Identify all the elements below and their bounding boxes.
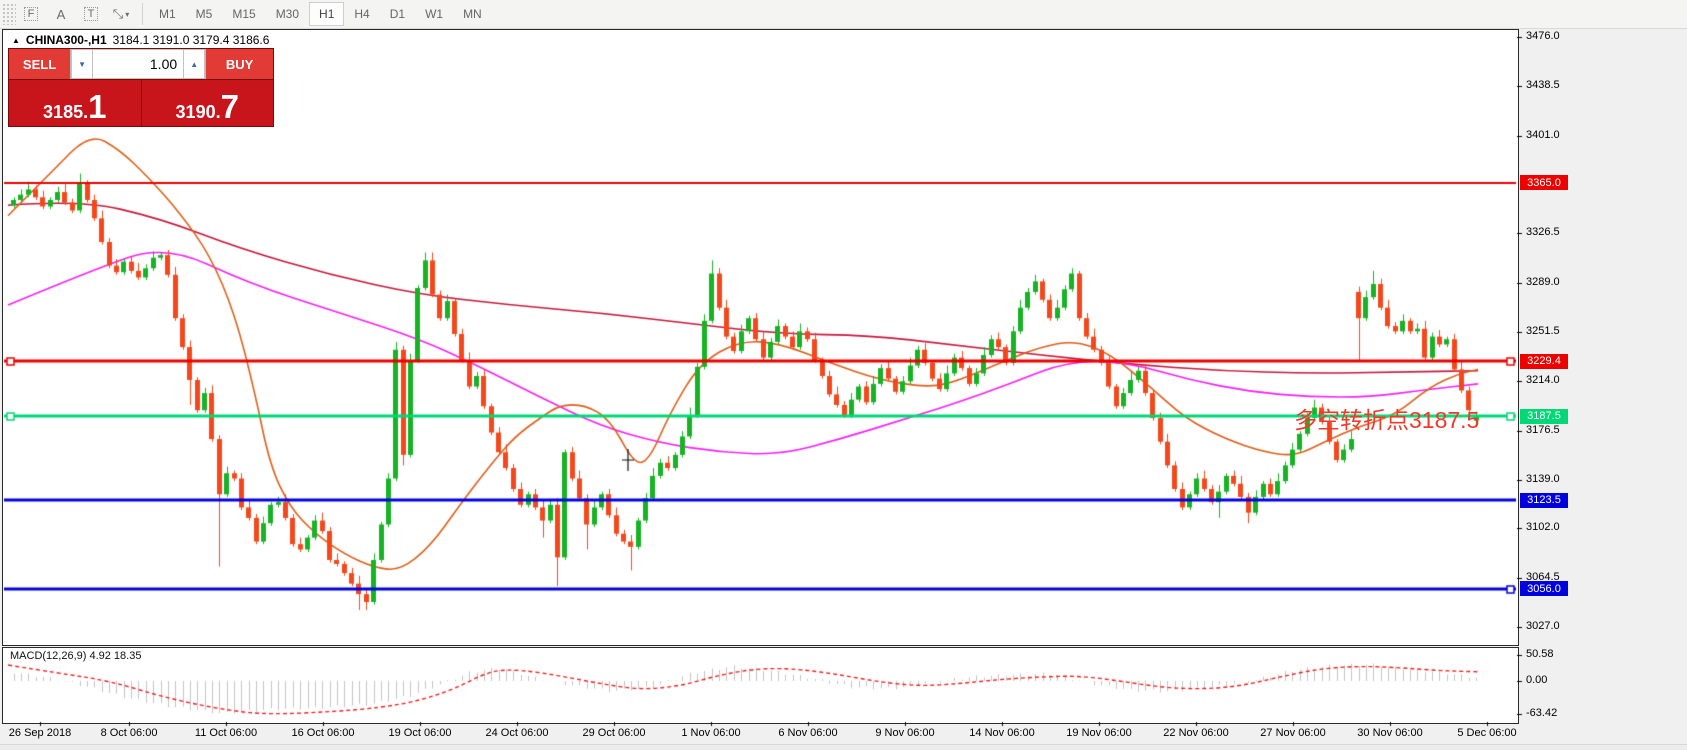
macd-axis-tick: 50.58 xyxy=(1526,648,1554,660)
price-axis-tick: 3326.5 xyxy=(1526,226,1560,238)
time-axis-label: 5 Dec 06:00 xyxy=(1457,727,1516,739)
sell-price-pip: 1 xyxy=(88,92,106,122)
volume-decrease-button[interactable]: ▼ xyxy=(71,49,93,79)
buy-price-pip: 7 xyxy=(221,92,239,122)
time-axis-label: 14 Nov 06:00 xyxy=(969,727,1034,739)
price-level-badge: 3123.5 xyxy=(1520,493,1568,508)
time-axis-label: 19 Oct 06:00 xyxy=(389,727,452,739)
time-axis-label: 9 Nov 06:00 xyxy=(875,727,934,739)
price-level-badge: 3229.4 xyxy=(1520,354,1568,369)
time-axis-label: 30 Nov 06:00 xyxy=(1357,727,1422,739)
one-click-trade-panel: SELL ▼ ▲ BUY 3185.1 3190.7 xyxy=(8,48,274,127)
buy-price-box[interactable]: 3190.7 xyxy=(142,80,274,126)
buy-button[interactable]: BUY xyxy=(205,49,273,79)
time-axis-label: 16 Oct 06:00 xyxy=(292,727,355,739)
time-axis-label: 1 Nov 06:00 xyxy=(681,727,740,739)
macd-axis-tick: 0.00 xyxy=(1526,674,1547,686)
time-axis-label: 19 Nov 06:00 xyxy=(1066,727,1131,739)
price-level-badge: 3056.0 xyxy=(1520,581,1568,596)
ohlc-readout: 3184.1 3191.0 3179.4 3186.6 xyxy=(113,33,270,47)
volume-increase-button[interactable]: ▲ xyxy=(183,49,205,79)
price-axis-tick: 3139.0 xyxy=(1526,473,1560,485)
price-axis-tick: 3289.0 xyxy=(1526,276,1560,288)
price-level-badge: 3365.0 xyxy=(1520,175,1568,190)
price-axis-tick: 3102.0 xyxy=(1526,521,1560,533)
sell-button[interactable]: SELL xyxy=(9,49,71,79)
time-axis-label: 6 Nov 06:00 xyxy=(778,727,837,739)
time-axis-label: 11 Oct 06:00 xyxy=(195,727,257,739)
macd-axis-tick: -63.42 xyxy=(1526,707,1557,719)
time-axis-label: 22 Nov 06:00 xyxy=(1163,727,1228,739)
buy-price: 3190. xyxy=(176,102,221,122)
price-axis-tick: 3214.0 xyxy=(1526,374,1560,386)
price-axis-tick: 3476.0 xyxy=(1526,30,1560,42)
macd-indicator-label: MACD(12,26,9) 4.92 18.35 xyxy=(10,650,141,662)
time-axis-label: 29 Oct 06:00 xyxy=(583,727,646,739)
sell-price: 3185. xyxy=(43,102,88,122)
price-axis-tick: 3027.0 xyxy=(1526,620,1560,632)
symbol-title: CHINA300-,H1 xyxy=(26,33,107,47)
chart-header: ▲ CHINA300-,H1 3184.1 3191.0 3179.4 3186… xyxy=(12,33,269,47)
price-axis-tick: 3176.5 xyxy=(1526,424,1560,436)
chart-text-annotation: 多空转折点3187.5 xyxy=(1294,401,1479,435)
sell-price-box[interactable]: 3185.1 xyxy=(9,80,141,126)
time-axis-label: 24 Oct 06:00 xyxy=(486,727,549,739)
price-axis-tick: 3251.5 xyxy=(1526,325,1560,337)
collapse-panel-icon[interactable]: ▲ xyxy=(12,36,20,45)
time-axis-label: 27 Nov 06:00 xyxy=(1260,727,1325,739)
time-axis-label: 8 Oct 06:00 xyxy=(101,727,158,739)
time-axis-label: 26 Sep 2018 xyxy=(9,727,71,739)
price-axis-tick: 3438.5 xyxy=(1526,79,1560,91)
price-axis-tick: 3401.0 xyxy=(1526,129,1560,141)
price-level-badge: 3187.5 xyxy=(1520,409,1568,424)
volume-input[interactable] xyxy=(93,49,183,79)
